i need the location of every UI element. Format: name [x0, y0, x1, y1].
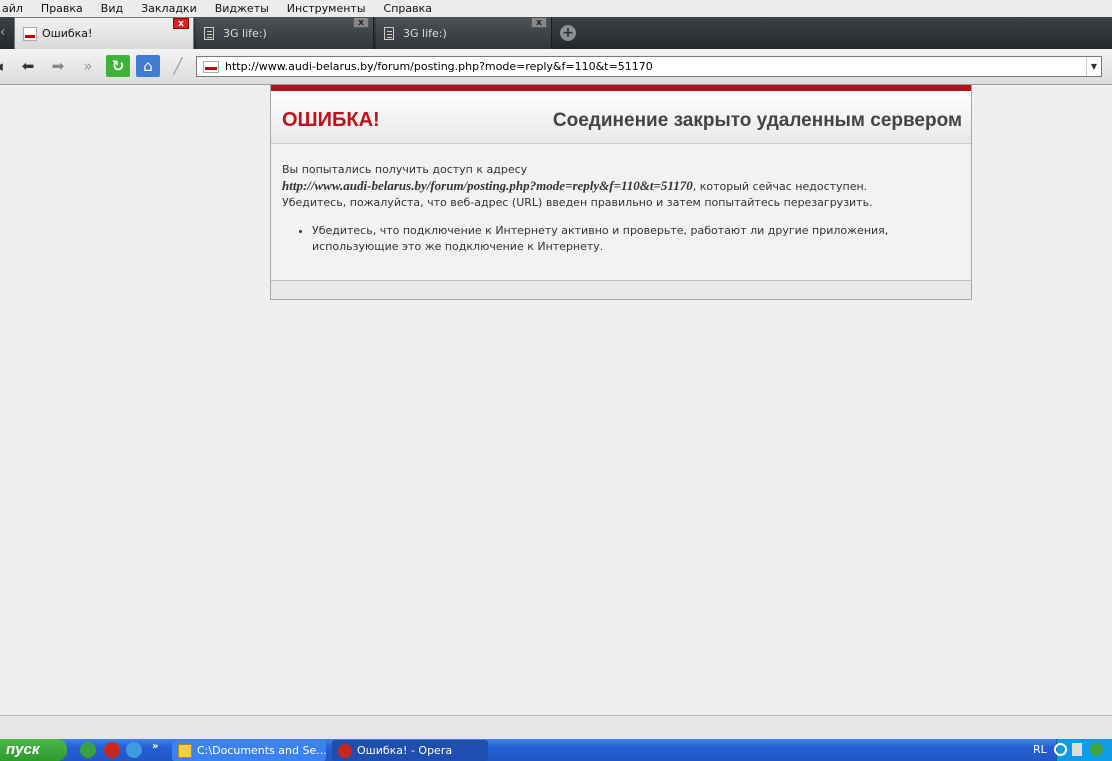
opera-icon: [338, 743, 352, 758]
forward-button[interactable]: ➡: [46, 55, 70, 77]
menu-file[interactable]: айл: [0, 0, 32, 17]
folder-icon: [178, 743, 192, 758]
home-icon: ⌂: [143, 57, 153, 75]
new-tab-button[interactable]: +: [556, 21, 590, 45]
error-intro-line: Вы попытались получить доступ к адресу: [282, 163, 528, 176]
close-tab-icon[interactable]: x: [531, 17, 547, 28]
arrow-left-icon: ⬅: [21, 57, 35, 75]
audi-favicon-icon: [23, 26, 37, 41]
error-url: http://www.audi-belarus.by/forum/posting…: [282, 178, 693, 193]
taskbar-item-label: C:\Documents and Se...: [197, 744, 326, 757]
error-subtitle: Соединение закрыто удаленным сервером: [552, 110, 962, 131]
menu-edit[interactable]: Правка: [32, 0, 92, 17]
address-bar[interactable]: ▼: [196, 56, 1102, 77]
menu-view[interactable]: Вид: [92, 0, 132, 17]
icq-icon[interactable]: [80, 742, 96, 758]
home-button[interactable]: ⌂: [136, 55, 160, 77]
tab-3g-life-1[interactable]: 3G life:) x: [196, 17, 374, 49]
error-panel: ОШИБКА! Соединение закрыто удаленным сер…: [270, 85, 972, 300]
start-button[interactable]: пуск: [0, 739, 67, 761]
address-input[interactable]: [225, 57, 1086, 76]
signal-icon[interactable]: [1072, 743, 1082, 756]
error-header: ОШИБКА! Соединение закрыто удаленным сер…: [271, 91, 971, 144]
taskbar-item-opera[interactable]: Ошибка! - Opera: [332, 740, 488, 761]
language-indicator[interactable]: RL: [1033, 743, 1047, 756]
error-body: Вы попытались получить доступ к адресу h…: [271, 144, 971, 255]
arrow-right-icon: ➡: [51, 57, 65, 75]
opera-icon[interactable]: [104, 742, 120, 758]
taskbar-item-explorer[interactable]: C:\Documents and Se...: [172, 740, 326, 761]
page-icon: [384, 26, 394, 40]
plus-icon: +: [560, 25, 576, 41]
tab-label: 3G life:): [403, 26, 447, 40]
audi-favicon-icon: [203, 60, 219, 73]
error-suggestions: Убедитесь, что подключение к Интернету а…: [312, 223, 960, 255]
error-footer: [271, 280, 971, 299]
error-url-line: http://www.audi-belarus.by/forum/posting…: [282, 178, 960, 195]
pencil-icon: ╱: [173, 57, 183, 75]
fast-forward-icon: »: [83, 57, 93, 75]
chevron-right-icon[interactable]: »: [152, 741, 158, 752]
tab-label: 3G life:): [223, 26, 267, 40]
list-item: Убедитесь, что подключение к Интернету а…: [312, 223, 960, 255]
status-bar: [0, 715, 1112, 739]
menu-tools[interactable]: Инструменты: [278, 0, 375, 17]
tab-scroll-left-icon[interactable]: ‹: [0, 25, 10, 41]
chevron-down-icon[interactable]: ▼: [1086, 57, 1101, 76]
menu-widgets[interactable]: Виджеты: [206, 0, 278, 17]
close-tab-icon[interactable]: x: [173, 18, 189, 29]
page-icon: [204, 26, 214, 40]
tab-error[interactable]: Ошибка! x: [14, 17, 194, 49]
menu-bar: айл Правка Вид Закладки Виджеты Инструме…: [0, 0, 1112, 17]
navigation-toolbar: ◂ ⬅ ➡ » ↻ ⌂ ╱ ▼: [0, 49, 1112, 85]
tray-app-icon[interactable]: [1090, 743, 1103, 756]
tab-bar: ‹ Ошибка! x 3G life:) x 3G life:) x +: [0, 17, 1112, 49]
reload-button[interactable]: ↻: [106, 55, 130, 77]
tab-3g-life-2[interactable]: 3G life:) x: [376, 17, 552, 49]
error-url-suffix: , который сейчас недоступен.: [692, 180, 868, 193]
reload-icon: ↻: [111, 57, 125, 75]
close-tab-icon[interactable]: x: [353, 17, 369, 28]
internet-explorer-icon[interactable]: [126, 742, 142, 758]
error-title: ОШИБКА!: [282, 109, 380, 131]
tray-back-icon[interactable]: [1054, 743, 1067, 756]
edit-button[interactable]: ╱: [166, 55, 190, 77]
back-button[interactable]: ⬅: [16, 55, 40, 77]
tab-label: Ошибка!: [42, 27, 93, 40]
taskbar-item-label: Ошибка! - Opera: [357, 744, 453, 757]
toolbar-overflow-icon[interactable]: ◂: [0, 55, 4, 77]
menu-help[interactable]: Справка: [375, 0, 441, 17]
taskbar: пуск » C:\Documents and Se... Ошибка! - …: [0, 739, 1112, 761]
error-advice-line: Убедитесь, пожалуйста, что веб-адрес (UR…: [282, 196, 873, 209]
screen: айл Правка Вид Закладки Виджеты Инструме…: [0, 0, 1112, 761]
menu-bookmarks[interactable]: Закладки: [132, 0, 206, 17]
fast-forward-button[interactable]: »: [76, 55, 100, 77]
